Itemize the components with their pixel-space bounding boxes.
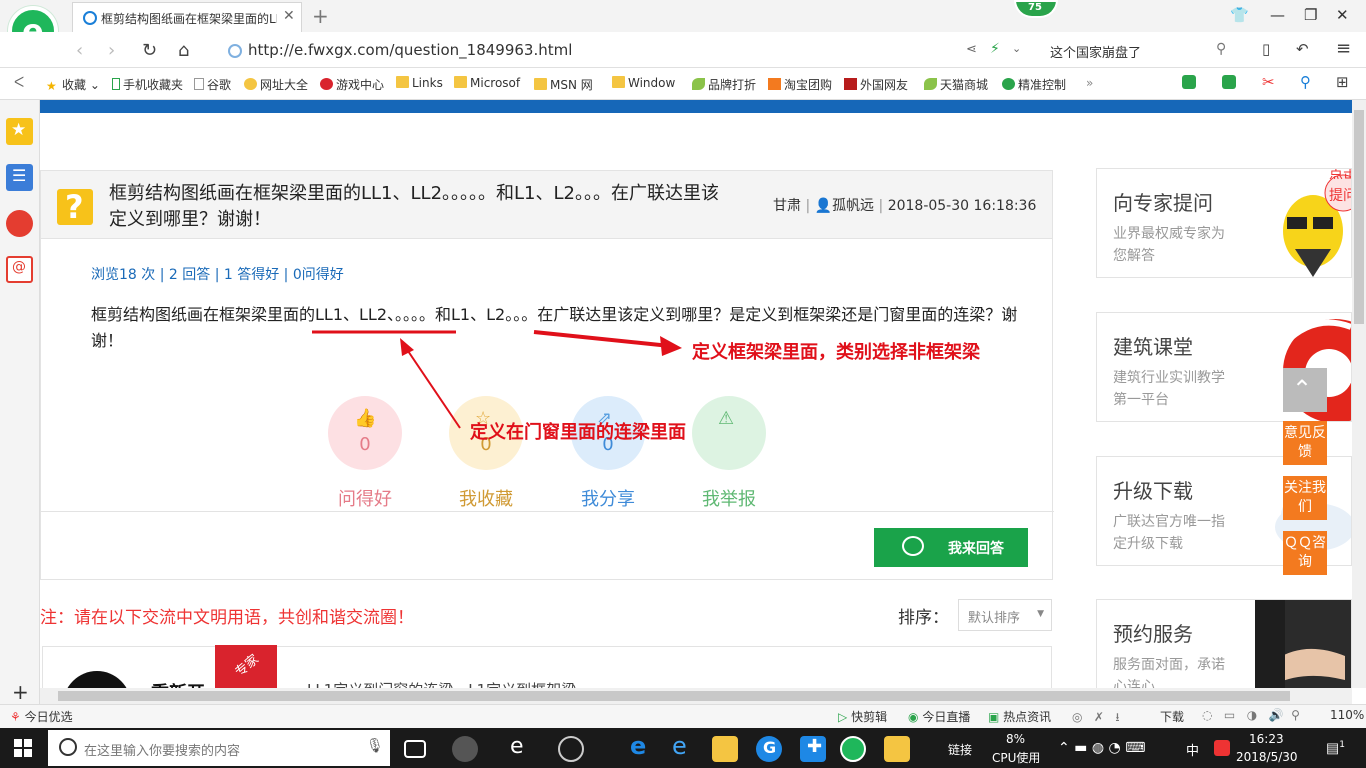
tray-icons[interactable]: ⌃ ▬ ◍ ◔ ⌨: [1058, 740, 1145, 756]
360-browser-taskbar-icon[interactable]: [840, 736, 866, 762]
horizontal-scroll-thumb[interactable]: [58, 691, 1290, 701]
cortana-icon: [59, 738, 77, 756]
notification-center-icon[interactable]: ▤1: [1326, 740, 1345, 757]
status-news[interactable]: ▣ 热点资讯: [988, 708, 1051, 725]
annotation-overlay: [312, 330, 682, 429]
today-picks[interactable]: ⚘ 今日优选: [10, 708, 73, 725]
picks-icon: ⚘: [10, 710, 21, 724]
notes-app-icon[interactable]: [884, 736, 910, 762]
sogou-ime-icon[interactable]: [1214, 740, 1230, 756]
status-tools-icons[interactable]: ◌ ▭ ◑ 🔊 ⚲: [1202, 708, 1300, 722]
task-view-icon[interactable]: [404, 740, 426, 758]
status-download[interactable]: 下载: [1160, 708, 1184, 725]
taskbar-search-input[interactable]: 在这里输入你要搜索的内容 🎙: [48, 730, 390, 766]
plus-app-icon[interactable]: ✚: [800, 736, 826, 762]
up-arrow-icon: ⌃: [1292, 375, 1313, 403]
ie-taskbar-icon[interactable]: e: [506, 734, 532, 762]
ime-indicator[interactable]: 中: [1186, 740, 1199, 759]
taskbar-links[interactable]: 链接: [948, 741, 972, 758]
cpu-label: CPU使用: [992, 751, 1041, 765]
ie-blue-icon[interactable]: e: [668, 732, 694, 762]
status-quick-edit[interactable]: ▷ 快剪辑: [838, 708, 887, 725]
back-to-top-button[interactable]: ⌃: [1283, 368, 1327, 412]
annotation-right: 定义框架梁里面，类别选择非框架梁: [692, 342, 980, 363]
cpu-percent: 8%: [1006, 732, 1026, 746]
follow-button[interactable]: 关注我们: [1283, 476, 1327, 520]
status-live[interactable]: ◉ 今日直播: [908, 708, 970, 725]
status-icons[interactable]: ◎ ✗ ⭳: [1072, 708, 1120, 729]
annotation-lower: 定义在门窗里面的连梁里面: [470, 422, 686, 443]
swirl-app-icon[interactable]: [558, 736, 584, 762]
clock-date[interactable]: 2018/5/30: [1236, 750, 1298, 764]
qq-consult-button[interactable]: ＱＱ咨询: [1283, 531, 1327, 575]
file-explorer-icon[interactable]: [712, 736, 738, 762]
vertical-scroll-thumb[interactable]: [1354, 110, 1364, 324]
edge-icon[interactable]: e: [626, 732, 652, 762]
feedback-button[interactable]: 意见反馈: [1283, 421, 1327, 465]
g-app-icon[interactable]: G: [756, 736, 782, 762]
zoom-level[interactable]: 110%: [1330, 708, 1364, 722]
clock-time[interactable]: 16:23: [1249, 732, 1284, 746]
fan-app-icon[interactable]: [452, 736, 478, 762]
windows-start-icon[interactable]: [14, 739, 32, 757]
microphone-icon[interactable]: 🎙: [366, 738, 384, 754]
